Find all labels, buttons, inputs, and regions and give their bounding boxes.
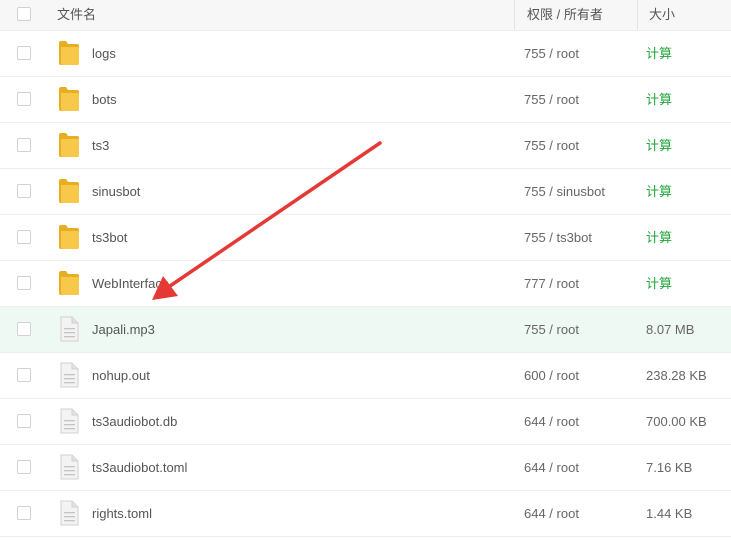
file-size: 700.00 KB (646, 414, 707, 429)
permission-owner[interactable]: 644 / root (524, 459, 579, 476)
permission-owner[interactable]: 755 / root (524, 45, 579, 62)
folder-icon (57, 270, 81, 296)
file-name[interactable]: ts3 (92, 137, 109, 154)
folder-icon (57, 86, 81, 112)
permission-owner[interactable]: 755 / ts3bot (524, 229, 592, 246)
permission-owner[interactable]: 755 / sinusbot (524, 183, 605, 200)
file-size: 1.44 KB (646, 506, 693, 521)
table-row[interactable]: ts3 755 / root 计算 (0, 123, 731, 169)
permission-owner[interactable]: 777 / root (524, 275, 579, 292)
file-name[interactable]: rights.toml (92, 505, 152, 522)
table-row[interactable]: logs 755 / root 计算 (0, 31, 731, 77)
file-size: 8.07 MB (646, 322, 695, 337)
select-all-checkbox[interactable] (17, 7, 31, 21)
table-row[interactable]: sinusbot 755 / sinusbot 计算 (0, 169, 731, 215)
row-checkbox[interactable] (17, 322, 31, 336)
table-row[interactable]: nohup.out 600 / root 238.28 KB (0, 353, 731, 399)
file-icon (57, 316, 81, 342)
calc-size-link[interactable]: 计算 (646, 183, 672, 200)
permission-owner[interactable]: 644 / root (524, 413, 579, 430)
file-name[interactable]: WebInterface (92, 275, 169, 292)
file-name[interactable]: ts3audiobot.db (92, 413, 177, 430)
file-icon (57, 500, 81, 526)
row-checkbox[interactable] (17, 230, 31, 244)
file-icon (57, 362, 81, 388)
row-checkbox[interactable] (17, 184, 31, 198)
file-size: 7.16 KB (646, 460, 693, 475)
file-size: 238.28 KB (646, 368, 707, 383)
permission-owner[interactable]: 644 / root (524, 505, 579, 522)
column-divider (514, 0, 515, 30)
file-name[interactable]: Japali.mp3 (92, 321, 155, 338)
file-name[interactable]: nohup.out (92, 367, 150, 384)
table-row[interactable]: WebInterface 777 / root 计算 (0, 261, 731, 307)
calc-size-link[interactable]: 计算 (646, 229, 672, 246)
column-divider (637, 0, 638, 30)
file-name[interactable]: ts3audiobot.toml (92, 459, 187, 476)
row-checkbox[interactable] (17, 138, 31, 152)
calc-size-link[interactable]: 计算 (646, 275, 672, 292)
permission-owner[interactable]: 755 / root (524, 321, 579, 338)
table-row[interactable]: rights.toml 644 / root 1.44 KB (0, 491, 731, 537)
table-row[interactable]: Japali.mp3 755 / root 8.07 MB (0, 307, 731, 353)
file-table: 文件名 权限 / 所有者 大小 logs 755 / root 计算 bots 755 … (0, 0, 731, 537)
row-checkbox[interactable] (17, 506, 31, 520)
folder-icon (57, 178, 81, 204)
row-checkbox[interactable] (17, 368, 31, 382)
folder-icon (57, 224, 81, 250)
table-row[interactable]: ts3audiobot.toml 644 / root 7.16 KB (0, 445, 731, 491)
row-checkbox[interactable] (17, 414, 31, 428)
folder-icon (57, 132, 81, 158)
calc-size-link[interactable]: 计算 (646, 137, 672, 154)
table-row[interactable]: bots 755 / root 计算 (0, 77, 731, 123)
file-name[interactable]: ts3bot (92, 229, 127, 246)
file-name[interactable]: sinusbot (92, 183, 140, 200)
column-header-permission[interactable]: 权限 / 所有者 (527, 6, 603, 23)
calc-size-link[interactable]: 计算 (646, 91, 672, 108)
permission-owner[interactable]: 600 / root (524, 367, 579, 384)
row-checkbox[interactable] (17, 276, 31, 290)
table-row[interactable]: ts3audiobot.db 644 / root 700.00 KB (0, 399, 731, 445)
permission-owner[interactable]: 755 / root (524, 137, 579, 154)
file-name[interactable]: logs (92, 45, 116, 62)
folder-icon (57, 40, 81, 66)
row-checkbox[interactable] (17, 46, 31, 60)
column-header-filename[interactable]: 文件名 (57, 6, 96, 23)
row-checkbox[interactable] (17, 92, 31, 106)
column-header-size[interactable]: 大小 (649, 6, 675, 23)
file-list: logs 755 / root 计算 bots 755 / root 计算 ts3 755 /… (0, 31, 731, 537)
table-row[interactable]: ts3bot 755 / ts3bot 计算 (0, 215, 731, 261)
calc-size-link[interactable]: 计算 (646, 45, 672, 62)
row-checkbox[interactable] (17, 460, 31, 474)
table-header: 文件名 权限 / 所有者 大小 (0, 0, 731, 31)
file-icon (57, 454, 81, 480)
permission-owner[interactable]: 755 / root (524, 91, 579, 108)
file-icon (57, 408, 81, 434)
file-name[interactable]: bots (92, 91, 117, 108)
